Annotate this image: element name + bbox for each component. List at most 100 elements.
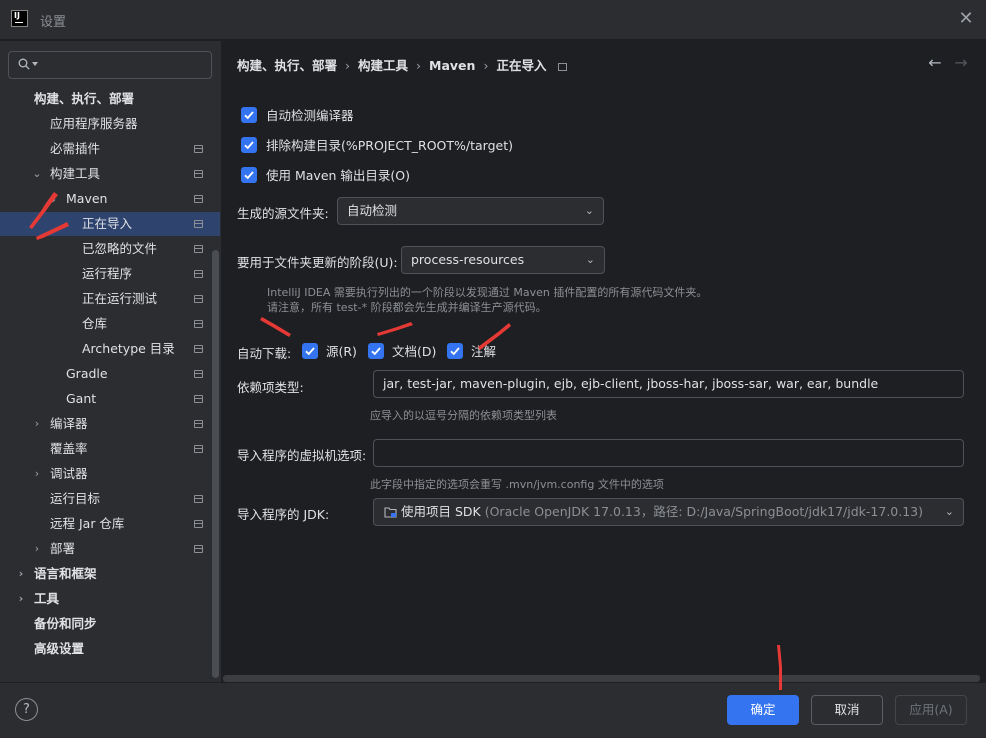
checkbox-label: 源(R) [326, 344, 357, 359]
sidebar-item-maven[interactable]: ⌄ Maven [0, 187, 220, 211]
chevron-right-icon[interactable]: › [32, 462, 42, 486]
exclude-build-dir-checkbox[interactable] [241, 137, 257, 153]
chevron-right-icon[interactable]: › [32, 537, 42, 561]
chevron-down-icon[interactable]: ⌄ [48, 187, 58, 211]
breadcrumb-item[interactable]: Maven [429, 58, 475, 73]
intellij-app-icon: IJ [11, 10, 28, 27]
sidebar-item-repositories[interactable]: 仓库 [0, 312, 220, 336]
download-docs-checkbox[interactable] [368, 343, 384, 359]
sidebar-item-build-tools[interactable]: ⌄ 构建工具 [0, 162, 220, 186]
breadcrumb-separator: › [416, 58, 422, 73]
vm-options-label: 导入程序的虚拟机选项: [237, 448, 367, 463]
sidebar-item-application-servers[interactable]: 应用程序服务器 [0, 112, 220, 136]
select-value: 使用项目 SDK [401, 504, 481, 519]
sidebar-item-label: 构建工具 [50, 166, 101, 181]
back-arrow-icon[interactable]: ← [926, 54, 944, 72]
jdk-detail: (Oracle OpenJDK 17.0.13，路径: D:/Java/Spri… [484, 504, 924, 519]
sidebar-item-backup-sync[interactable]: 备份和同步 [0, 612, 220, 636]
sidebar-item-label: 部署 [50, 541, 76, 556]
sidebar-item-gradle[interactable]: Gradle [0, 362, 220, 386]
sidebar-item-advanced-settings[interactable]: 高级设置 [0, 637, 220, 661]
window-title: 设置 [40, 15, 67, 30]
sidebar-item-gant[interactable]: Gant [0, 387, 220, 411]
horizontal-scrollbar[interactable] [223, 675, 980, 682]
sidebar-item-label: 运行程序 [82, 266, 133, 281]
sidebar-item-ignored-files[interactable]: 已忽略的文件 [0, 237, 220, 261]
sidebar-item-remote-jar-repositories[interactable]: 远程 Jar 仓库 [0, 512, 220, 536]
chevron-down-icon[interactable]: ⌄ [32, 162, 42, 186]
checkbox-label: 排除构建目录(%PROJECT_ROOT%/target) [266, 138, 513, 153]
project-scope-icon [194, 545, 203, 553]
sidebar-item-label: 调试器 [50, 466, 88, 481]
sidebar-item-label: Gradle [66, 366, 108, 381]
sidebar-item-label: 编译器 [50, 416, 88, 431]
project-scope-icon [194, 270, 203, 278]
sidebar-item-label: 已忽略的文件 [82, 241, 158, 256]
page-title: 正在导入 [496, 58, 547, 73]
sidebar-item-archetype-catalogs[interactable]: Archetype 目录 [0, 337, 220, 361]
sidebar-item-importing[interactable]: 正在导入 [0, 212, 220, 236]
sidebar-item-label: 正在导入 [82, 216, 133, 231]
checkmark-icon [244, 141, 254, 150]
download-annotations-checkbox[interactable] [447, 343, 463, 359]
search-options-chevron-icon[interactable] [32, 62, 38, 67]
breadcrumb-item[interactable]: 构建、执行、部署 [237, 58, 337, 73]
title-bar: IJ 设置 ✕ [0, 0, 986, 40]
project-scope-icon [194, 245, 203, 253]
breadcrumb-separator: › [483, 58, 489, 73]
sidebar-item-tools[interactable]: › 工具 [0, 587, 220, 611]
ok-button[interactable]: 确定 [727, 695, 799, 725]
forward-arrow-icon[interactable]: → [952, 54, 970, 72]
project-scope-icon [194, 195, 203, 203]
sidebar-item-label: 语言和框架 [34, 566, 97, 581]
vm-options-hint: 此字段中指定的选项会重写 .mvn/jvm.config 文件中的选项 [370, 478, 664, 491]
project-scope-icon [194, 145, 203, 153]
sidebar-item-deployment[interactable]: › 部署 [0, 537, 220, 561]
vm-options-input[interactable] [373, 439, 964, 467]
phase-select[interactable]: process-resources ⌄ [401, 246, 605, 274]
settings-content: 构建、执行、部署 › 构建工具 › Maven › 正在导入 ← → 自动检测编译器 排除构… [223, 41, 986, 682]
sidebar-item-run-targets[interactable]: 运行目标 [0, 487, 220, 511]
project-scope-icon [194, 345, 203, 353]
sidebar-item-build-execution-deployment[interactable]: 构建、执行、部署 [0, 87, 220, 111]
select-value: process-resources [411, 252, 525, 267]
sidebar-item-compiler[interactable]: › 编译器 [0, 412, 220, 436]
project-scope-icon [194, 320, 203, 328]
sidebar-item-required-plugins[interactable]: 必需插件 [0, 137, 220, 161]
sidebar-item-running-tests[interactable]: 正在运行测试 [0, 287, 220, 311]
checkmark-icon [244, 171, 254, 180]
checkmark-icon [244, 111, 254, 120]
project-scope-icon [194, 495, 203, 503]
download-sources-checkbox[interactable] [302, 343, 318, 359]
dialog-footer: ? 确定 取消 应用(A) [0, 682, 986, 738]
chevron-right-icon[interactable]: › [16, 562, 26, 586]
sidebar-item-label: Maven [66, 191, 108, 206]
generated-sources-select[interactable]: 自动检测 ⌄ [337, 197, 604, 225]
breadcrumb-separator: › [345, 58, 351, 73]
chevron-right-icon[interactable]: › [16, 587, 26, 611]
checkbox-label: 自动检测编译器 [266, 108, 354, 123]
use-maven-output-checkbox[interactable] [241, 167, 257, 183]
jdk-select[interactable]: 使用项目 SDK (Oracle OpenJDK 17.0.13，路径: D:/… [373, 498, 964, 526]
sidebar-item-label: 覆盖率 [50, 441, 88, 456]
sidebar-item-label: 应用程序服务器 [50, 116, 138, 131]
search-input[interactable] [8, 51, 212, 79]
auto-detect-compiler-checkbox[interactable] [241, 107, 257, 123]
auto-download-label: 自动下载: [237, 346, 292, 361]
sidebar-item-runner[interactable]: 运行程序 [0, 262, 220, 286]
chevron-right-icon[interactable]: › [32, 412, 42, 436]
sidebar-item-languages-frameworks[interactable]: › 语言和框架 [0, 562, 220, 586]
sidebar-item-label: 必需插件 [50, 141, 101, 156]
close-icon[interactable]: ✕ [958, 10, 974, 28]
apply-button[interactable]: 应用(A) [895, 695, 967, 725]
project-scope-icon [194, 170, 203, 178]
dependency-types-input[interactable]: jar, test-jar, maven-plugin, ejb, ejb-cl… [373, 370, 964, 398]
checkmark-icon [450, 347, 460, 356]
cancel-button[interactable]: 取消 [811, 695, 883, 725]
sidebar-item-debugger[interactable]: › 调试器 [0, 462, 220, 486]
breadcrumb-item[interactable]: 构建工具 [358, 58, 408, 73]
sidebar-scrollbar[interactable] [212, 250, 219, 678]
help-icon[interactable]: ? [15, 698, 38, 721]
sidebar-item-coverage[interactable]: 覆盖率 [0, 437, 220, 461]
sidebar-item-label: 仓库 [82, 316, 108, 331]
